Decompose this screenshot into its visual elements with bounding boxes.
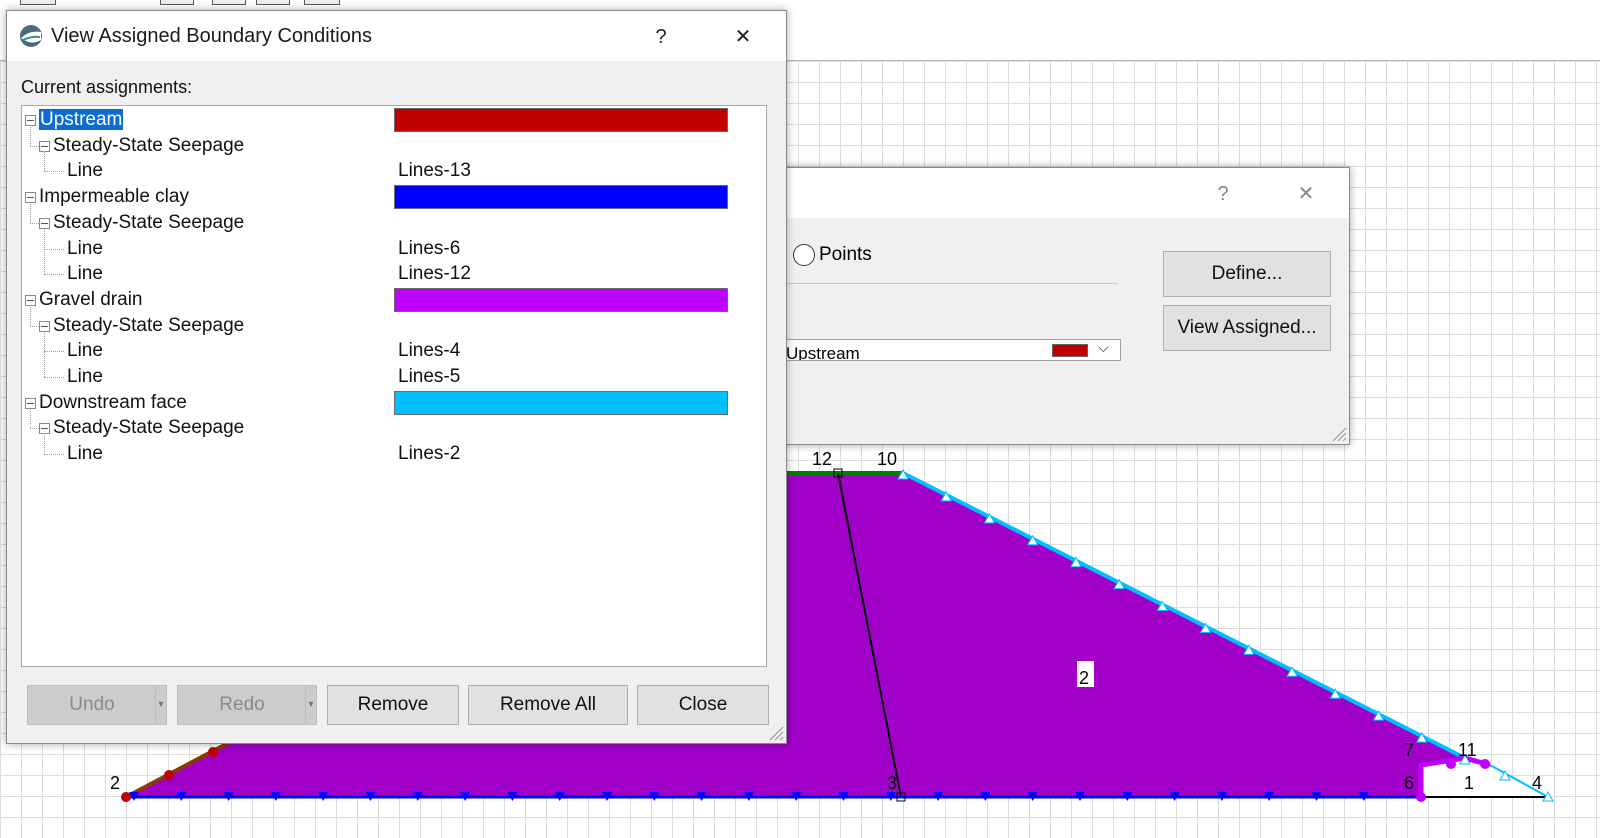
point-label-10: 10 xyxy=(877,449,897,469)
line-value: Lines-4 xyxy=(398,340,461,362)
tree-node-line[interactable]: Line xyxy=(67,442,103,466)
help-button[interactable]: ? xyxy=(641,19,681,55)
draw-boundary-dialog: ? ✕ Points Upstream ⌵ Define... View Ass… xyxy=(780,167,1350,445)
line-value: Lines-5 xyxy=(398,366,461,387)
chevron-down-icon[interactable]: ⌵ xyxy=(1098,340,1109,356)
help-button[interactable]: ? xyxy=(1203,176,1243,212)
toolbar-button-5[interactable] xyxy=(304,0,340,5)
color-swatch xyxy=(394,287,728,312)
point-label-11: 11 xyxy=(1458,740,1477,760)
define-button[interactable]: Define... xyxy=(1163,251,1331,297)
remove-all-button[interactable]: Remove All xyxy=(468,685,628,725)
tree-node-line[interactable]: Line xyxy=(67,237,103,261)
point-label-12: 12 xyxy=(812,449,832,469)
tree-connector xyxy=(44,248,64,250)
undo-button[interactable]: Undo ▾ xyxy=(27,685,167,725)
color-swatch xyxy=(394,185,728,210)
close-icon[interactable]: ✕ xyxy=(1286,176,1326,212)
color-swatch xyxy=(394,108,728,132)
toolbar-button-4[interactable] xyxy=(256,0,290,5)
view-assigned-dialog: View Assigned Boundary Conditions ? ✕ Cu… xyxy=(6,10,787,744)
line-value: Lines-12 xyxy=(398,263,471,285)
draw-boundary-titlebar: ? ✕ xyxy=(781,168,1349,218)
redo-button[interactable]: Redo ▾ xyxy=(177,685,317,725)
point-label-2: 2 xyxy=(110,773,120,793)
tree-connector xyxy=(44,351,64,353)
point-label-6: 6 xyxy=(1404,773,1414,793)
tree-connector xyxy=(30,325,39,327)
redo-dropdown-icon[interactable]: ▾ xyxy=(305,686,316,724)
tree-connector xyxy=(30,145,39,147)
upstream-marker xyxy=(121,792,131,802)
tree-node-line[interactable]: Line xyxy=(67,339,103,363)
tree-connector xyxy=(44,171,64,173)
tree-node-analysis[interactable]: Steady-State Seepage xyxy=(53,416,244,440)
toolbar-button-1[interactable] xyxy=(20,0,56,5)
upstream-marker xyxy=(208,747,218,757)
close-icon[interactable]: ✕ xyxy=(723,19,763,55)
points-radio[interactable] xyxy=(793,244,815,266)
tree-connector xyxy=(44,330,45,377)
assignments-tree[interactable]: Upstream Steady-State Seepage Line Lines-13… xyxy=(21,105,767,667)
redo-label: Redo xyxy=(219,694,265,715)
tree-connector xyxy=(30,222,39,224)
undo-label: Undo xyxy=(69,694,115,715)
tree-node-analysis[interactable]: Steady-State Seepage xyxy=(53,314,244,338)
point-label-4: 4 xyxy=(1532,773,1542,793)
tree-connector xyxy=(30,304,31,326)
tree-node-group[interactable]: Downstream face xyxy=(39,391,187,415)
tree-node-analysis[interactable]: Steady-State Seepage xyxy=(53,134,244,158)
current-assignments-label: Current assignments: xyxy=(21,77,193,97)
drain-marker xyxy=(1416,792,1426,802)
tree-connector xyxy=(44,227,45,275)
boundary-combo[interactable]: Upstream ⌵ xyxy=(781,339,1121,361)
resize-grip-icon[interactable] xyxy=(1327,422,1347,442)
region-2-label: 2 xyxy=(1079,668,1089,688)
tree-node-analysis[interactable]: Steady-State Seepage xyxy=(53,211,244,235)
view-assigned-button[interactable]: View Assigned... xyxy=(1163,305,1331,351)
close-button[interactable]: Close xyxy=(637,685,769,725)
drain-marker xyxy=(1446,759,1456,769)
dialog-title: View Assigned Boundary Conditions xyxy=(51,25,372,47)
boundary-combo-swatch xyxy=(1052,344,1088,357)
resize-grip-icon[interactable] xyxy=(764,721,784,741)
tree-node-group[interactable]: Gravel drain xyxy=(39,288,143,312)
tree-connector xyxy=(30,202,31,223)
point-label-7: 7 xyxy=(1404,740,1414,760)
tree-connector xyxy=(30,428,39,430)
tree-node-group[interactable]: Upstream xyxy=(39,108,124,132)
tree-node-label: Upstream xyxy=(39,109,124,130)
tree-node-group[interactable]: Impermeable clay xyxy=(39,185,189,209)
tree-node-label: Impermeable clay xyxy=(39,186,189,208)
tree-connector xyxy=(30,125,31,146)
boundary-combo-value: Upstream xyxy=(786,344,860,361)
points-radio-label: Points xyxy=(819,244,872,265)
tree-connector xyxy=(44,274,64,276)
undo-dropdown-icon[interactable]: ▾ xyxy=(155,686,166,724)
tree-connector xyxy=(44,454,64,456)
remove-button[interactable]: Remove xyxy=(327,685,459,725)
drain-marker xyxy=(1480,759,1490,769)
dialog-titlebar: View Assigned Boundary Conditions ? ✕ xyxy=(7,11,786,61)
tree-connector xyxy=(30,407,31,429)
separator xyxy=(781,283,1118,284)
tree-node-label: Gravel drain xyxy=(39,288,143,310)
color-swatch xyxy=(394,390,728,415)
toolbar-button-2[interactable] xyxy=(160,0,194,5)
tree-node-label: Downstream face xyxy=(39,391,187,413)
line-value: Lines-2 xyxy=(398,443,461,465)
toolbar-button-3[interactable] xyxy=(212,0,246,5)
point-label-3: 3 xyxy=(887,773,897,793)
tree-node-line[interactable]: Line xyxy=(67,262,103,286)
tree-connector xyxy=(44,150,45,172)
line-value: Lines-13 xyxy=(398,160,471,182)
line-value: Lines-6 xyxy=(398,237,461,259)
tree-connector xyxy=(44,377,64,378)
tree-node-line[interactable]: Line xyxy=(67,159,103,183)
tree-connector xyxy=(44,433,45,455)
upstream-marker xyxy=(164,770,174,780)
tree-node-line[interactable]: Line xyxy=(67,365,103,389)
app-logo-icon xyxy=(20,25,42,47)
region-1-label: 1 xyxy=(1464,773,1474,793)
